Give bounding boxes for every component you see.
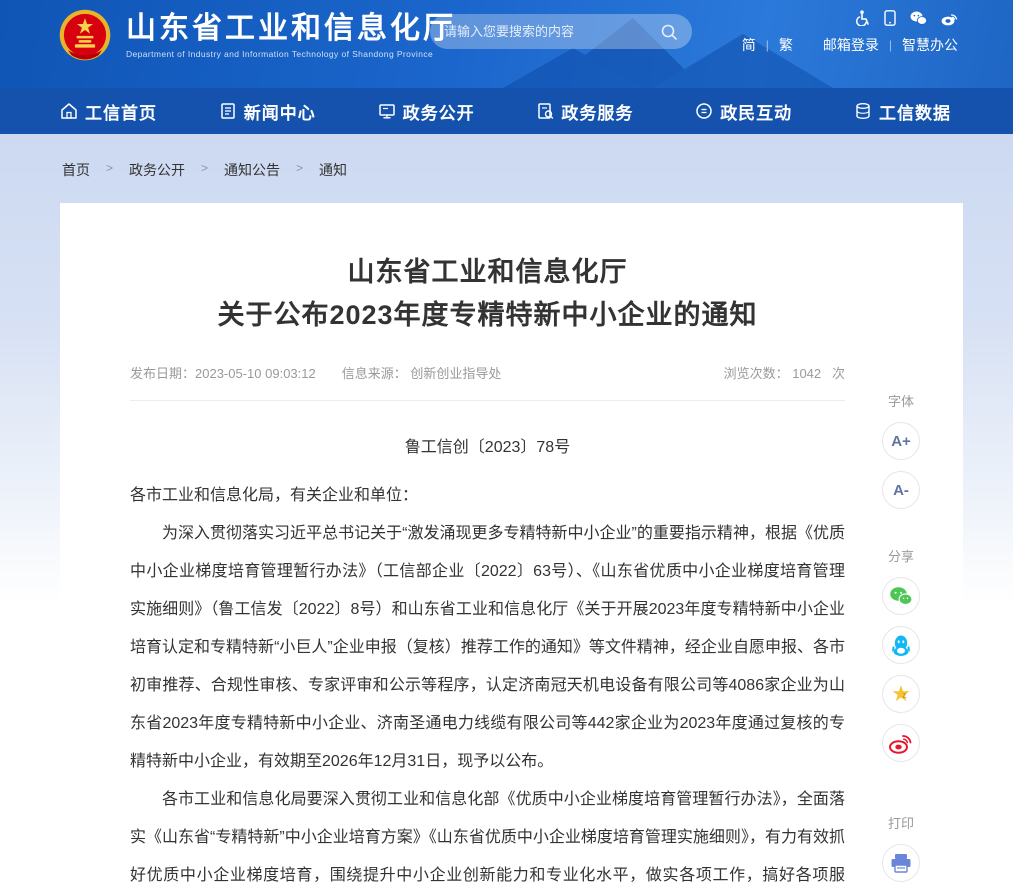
share-qq-button[interactable] [882, 626, 920, 664]
lang-traditional-link[interactable]: 繁 [779, 35, 793, 55]
search-button[interactable] [660, 23, 678, 41]
publish-date: 发布日期：2023-05-10 09:03:12 [130, 363, 316, 382]
article-title: 山东省工业和信息化厅 关于公布2023年度专精特新中小企业的通知 [130, 251, 845, 337]
article-title-line1: 山东省工业和信息化厅 [348, 257, 628, 287]
article-title-line2: 关于公布2023年度专精特新中小企业的通知 [217, 300, 757, 330]
site-title: 山东省工业和信息化厅 [126, 12, 456, 46]
wechat-share-icon [889, 586, 913, 607]
database-icon [854, 102, 872, 120]
qq-share-icon [890, 634, 912, 657]
wechat-icon[interactable] [910, 11, 927, 26]
separator: | [766, 38, 769, 52]
news-icon [219, 102, 237, 120]
nav-label: 新闻中心 [244, 99, 316, 124]
qzone-share-icon: ★z [891, 683, 911, 705]
nav-label: 政务公开 [403, 99, 475, 124]
breadcrumb-home[interactable]: 首页 [62, 160, 90, 180]
breadcrumb: 首页 > 政务公开 > 通知公告 > 通知 [0, 134, 1013, 203]
search-icon [660, 23, 678, 41]
header-utilities: 简 | 繁 邮箱登录 | 智慧办公 [742, 10, 958, 55]
mail-login-link[interactable]: 邮箱登录 [823, 35, 879, 55]
nav-item-data[interactable]: 工信数据 [854, 99, 951, 124]
view-count: 浏览次数： 1042 次 [724, 363, 845, 382]
national-emblem-icon [58, 8, 112, 62]
nav-label: 政务服务 [561, 99, 633, 124]
font-increase-button[interactable]: A+ [882, 422, 920, 460]
smart-office-link[interactable]: 智慧办公 [902, 35, 958, 55]
nav-item-gov-service[interactable]: 政务服务 [536, 99, 633, 124]
breadcrumb-separator: > [201, 160, 208, 175]
salutation: 各市工业和信息化局，有关企业和单位： [130, 477, 845, 515]
font-decrease-button[interactable]: A- [882, 471, 920, 509]
article-paragraph: 为深入贯彻落实习近平总书记关于“激发涌现更多专精特新中小企业”的重要指示精神，根… [130, 515, 845, 781]
print-label: 打印 [888, 813, 914, 832]
article-tools: 字体 A+ A- 分享 [881, 391, 921, 891]
nav-label: 工信首页 [85, 99, 157, 124]
page-background: 首页 > 政务公开 > 通知公告 > 通知 山东省工业和信息化厅 关于公布202… [0, 134, 1013, 891]
breadcrumb-current[interactable]: 通知 [319, 160, 347, 180]
lang-simplified-link[interactable]: 简 [742, 35, 756, 55]
separator: | [889, 38, 892, 52]
mobile-icon[interactable] [884, 10, 896, 26]
monitor-icon [378, 102, 396, 120]
print-button[interactable] [882, 844, 920, 882]
site-subtitle: Department of Industry and Information T… [126, 49, 456, 59]
search-input[interactable] [444, 24, 660, 39]
nav-label: 政民互动 [720, 99, 792, 124]
share-label: 分享 [888, 546, 914, 565]
nav-item-news[interactable]: 新闻中心 [219, 99, 316, 124]
nav-label: 工信数据 [879, 99, 951, 124]
accessibility-icon[interactable] [855, 10, 870, 26]
weibo-share-icon [889, 733, 913, 754]
article-card: 山东省工业和信息化厅 关于公布2023年度专精特新中小企业的通知 发布日期：20… [60, 203, 963, 891]
search-box [430, 14, 692, 49]
document-number: 鲁工信创〔2023〕78号 [130, 433, 845, 457]
printer-icon [890, 853, 912, 873]
article-meta: 发布日期：2023-05-10 09:03:12 信息来源： 创新创业指导处 浏… [130, 363, 845, 401]
share-weibo-button[interactable] [882, 724, 920, 762]
breadcrumb-separator: > [296, 160, 303, 175]
breadcrumb-separator: > [106, 160, 113, 175]
share-qzone-button[interactable]: ★z [882, 675, 920, 713]
chat-icon [695, 102, 713, 120]
info-source: 信息来源： 创新创业指导处 [342, 363, 502, 382]
weibo-icon[interactable] [941, 11, 958, 26]
share-wechat-button[interactable] [882, 577, 920, 615]
service-icon [536, 102, 554, 120]
font-size-label: 字体 [888, 391, 914, 410]
site-logo[interactable]: 山东省工业和信息化厅 Department of Industry and In… [58, 8, 456, 62]
home-icon [60, 102, 78, 120]
nav-item-home[interactable]: 工信首页 [60, 99, 157, 124]
site-header: 山东省工业和信息化厅 Department of Industry and In… [0, 0, 1013, 88]
nav-item-gov-open[interactable]: 政务公开 [378, 99, 475, 124]
main-nav: 工信首页 新闻中心 政务公开 政务服务 [0, 88, 1013, 134]
breadcrumb-notices[interactable]: 通知公告 [224, 160, 280, 180]
article-paragraph: 各市工业和信息化局要深入贯彻工业和信息化部《优质中小企业梯度培育管理暂行办法》，… [130, 781, 845, 891]
nav-item-interaction[interactable]: 政民互动 [695, 99, 792, 124]
breadcrumb-gov-open[interactable]: 政务公开 [129, 160, 185, 180]
